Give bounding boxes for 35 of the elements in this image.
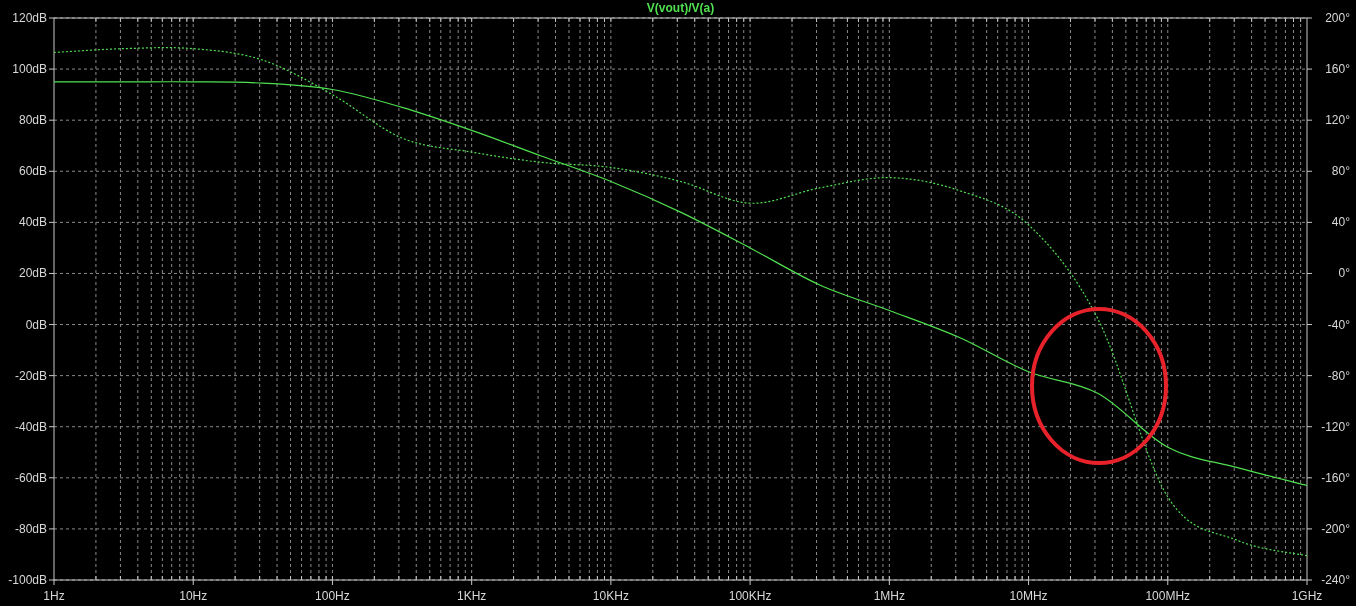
axis-tick-label: -200°	[1321, 521, 1350, 536]
axis-tick-label: 60dB	[18, 164, 47, 179]
axis-tick-label: 80°	[1331, 164, 1350, 179]
axis-tick-label: -80°	[1327, 368, 1350, 383]
axis-tick-label: -60dB	[14, 470, 47, 485]
axis-tick-label: 1Hz	[43, 589, 65, 603]
chart-title: V(vout)/V(a)	[646, 1, 715, 15]
axis-tick-label: 20dB	[18, 266, 47, 281]
axis-tick-label: 0dB	[25, 317, 47, 332]
axis-tick-label: -40dB	[14, 419, 47, 434]
axis-tick-label: 100KHz	[728, 589, 772, 603]
axis-tick-label: 10KHz	[592, 589, 629, 603]
axis-tick-label: 40dB	[18, 215, 47, 230]
axis-tick-label: 1GHz	[1291, 589, 1323, 603]
axis-tick-label: -40°	[1327, 317, 1350, 332]
axis-tick-label: 120dB	[12, 11, 47, 25]
axis-tick-label: -240°	[1321, 573, 1350, 587]
axis-tick-label: 160°	[1325, 62, 1350, 77]
axis-tick-label: 1MHz	[873, 589, 905, 603]
axis-tick-label: 100dB	[12, 62, 47, 77]
axis-tick-label: 10Hz	[179, 589, 208, 603]
axis-tick-label: 10MHz	[1009, 589, 1048, 603]
axis-tick-label: -100dB	[8, 573, 47, 587]
axis-tick-label: -120°	[1321, 419, 1350, 434]
axis-tick-label: 0°	[1338, 266, 1350, 281]
axis-tick-label: -80dB	[14, 521, 47, 536]
axis-tick-label: -160°	[1321, 470, 1350, 485]
axis-tick-label: 200°	[1325, 11, 1350, 25]
axis-tick-label: 120°	[1325, 113, 1350, 128]
axis-tick-label: 100MHz	[1145, 589, 1191, 603]
axis-tick-label: 100Hz	[315, 589, 350, 603]
axis-tick-label: -20dB	[14, 368, 47, 383]
axis-tick-label: 80dB	[18, 113, 47, 128]
axis-tick-label: 40°	[1331, 215, 1350, 230]
axis-tick-label: 1KHz	[457, 589, 487, 603]
